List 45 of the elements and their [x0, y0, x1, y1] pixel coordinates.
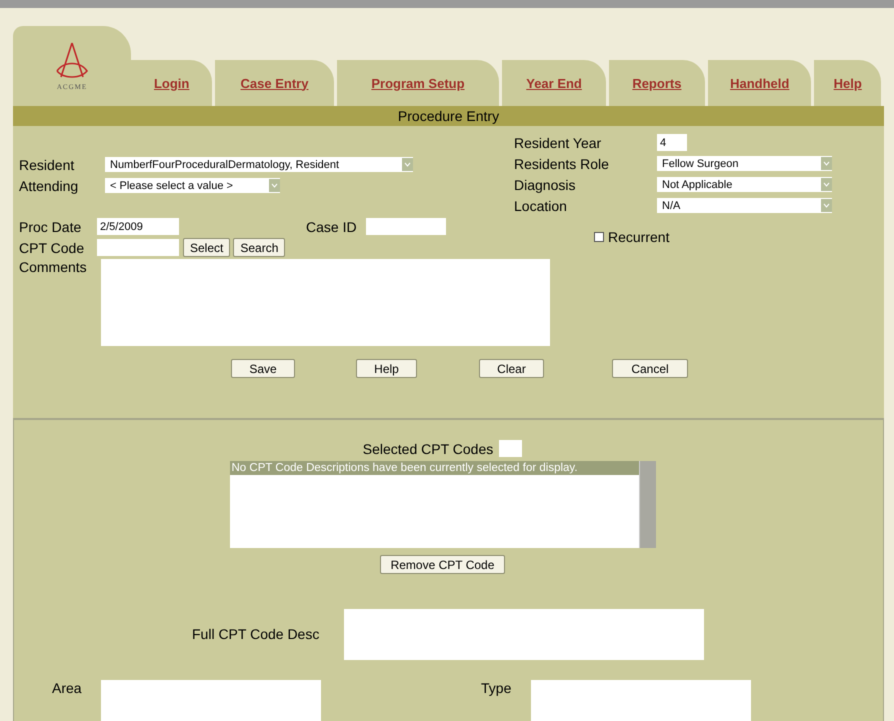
remove-button[interactable]: Remove CPT Code [380, 555, 506, 574]
field-label: Residents Role [514, 156, 610, 172]
comments-field[interactable] [101, 259, 550, 346]
nav-tab[interactable]: Program Setup [336, 60, 500, 106]
action-button[interactable]: Save [231, 359, 295, 378]
field-label: Resident [19, 156, 76, 172]
field-label: Comments [19, 259, 88, 275]
action-button[interactable]: Cancel [612, 359, 688, 378]
field-label: Selected CPT Codes [362, 440, 494, 456]
field-label: CPT Code [19, 240, 86, 256]
nav-tab[interactable]: Handheld [708, 60, 812, 106]
input-field[interactable] [531, 680, 751, 721]
dropdown-select[interactable]: Fellow Surgeon [657, 156, 832, 171]
attending-select[interactable]: < Please select a value > [105, 178, 280, 193]
input-field[interactable]: 4 [657, 134, 687, 151]
field-label: Resident Year [514, 134, 602, 150]
field-label: Area [52, 680, 83, 696]
input-field[interactable] [366, 218, 446, 235]
checkbox[interactable]: Recurrent [594, 229, 670, 245]
dropdown-select[interactable]: Not Applicable [657, 177, 832, 192]
description-field[interactable] [344, 608, 704, 660]
field-label: Case ID [306, 218, 358, 234]
field-label: Location [514, 198, 568, 214]
field-label: Proc Date [19, 218, 82, 234]
date-field[interactable]: 2/5/2009 [97, 218, 179, 235]
scrollbar[interactable] [638, 461, 656, 548]
form-button[interactable]: Select [183, 238, 230, 257]
nav-tab[interactable]: Case Entry [215, 60, 334, 106]
resident-select[interactable]: NumberfFourProceduralDermatology, Resident [105, 157, 413, 172]
action-button[interactable]: Help [356, 359, 417, 378]
form-button[interactable]: Search [233, 238, 286, 257]
field-label: Type [481, 680, 512, 696]
input-field[interactable] [97, 239, 179, 256]
nav-tab[interactable]: Help [814, 60, 881, 106]
action-button[interactable]: Clear [479, 359, 544, 378]
dropdown-select[interactable]: N/A [657, 198, 832, 213]
field-label: Full CPT Code Desc [192, 626, 320, 642]
field-label: Diagnosis [514, 176, 576, 192]
input-field[interactable] [101, 680, 321, 721]
input-field[interactable] [499, 440, 522, 457]
nav-tab[interactable]: Login [131, 60, 212, 106]
nav-tab[interactable]: Reports [608, 60, 705, 106]
field-label: Attending [19, 178, 80, 194]
nav-tab[interactable]: Year End [502, 60, 606, 106]
page-title: Procedure Entry [13, 106, 884, 126]
